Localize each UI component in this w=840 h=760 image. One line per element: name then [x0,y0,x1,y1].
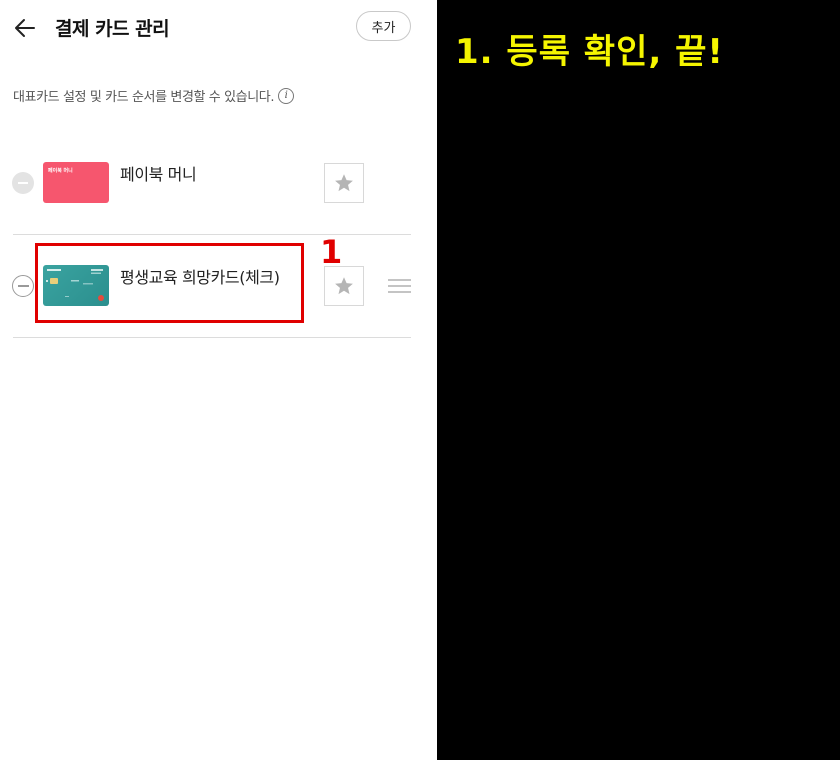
card-row: 페이북 머니 페이북 머니 [0,135,437,235]
page-title: 결제 카드 관리 [55,18,170,40]
back-arrow-icon[interactable] [12,14,40,42]
card-image-paybook: 페이북 머니 [43,162,109,203]
highlight-box [35,243,304,323]
set-default-card-button[interactable] [324,266,364,306]
drag-handle-icon[interactable] [388,279,411,293]
step-number-label: 1 [320,233,343,271]
card-brand-text: 페이북 머니 [48,168,73,174]
phone-screen: 결제 카드 관리 추가 대표카드 설정 및 카드 순서를 변경할 수 있습니다.… [0,0,437,760]
remove-card-button[interactable] [12,275,34,297]
description-label: 대표카드 설정 및 카드 순서를 변경할 수 있습니다. [13,90,275,105]
star-icon [335,277,353,295]
add-card-button[interactable]: 추가 [356,11,411,41]
row-divider [13,234,411,235]
app-header: 결제 카드 관리 추가 [0,0,437,56]
instruction-caption: 1. 등록 확인, 끝! [455,32,724,72]
description-text: 대표카드 설정 및 카드 순서를 변경할 수 있습니다. i [13,86,295,105]
info-icon[interactable]: i [278,87,295,104]
card-name: 페이북 머니 [120,165,197,184]
set-default-card-button[interactable] [324,163,364,203]
row-divider [13,337,411,338]
star-icon [335,174,353,192]
remove-card-button[interactable] [12,172,34,194]
